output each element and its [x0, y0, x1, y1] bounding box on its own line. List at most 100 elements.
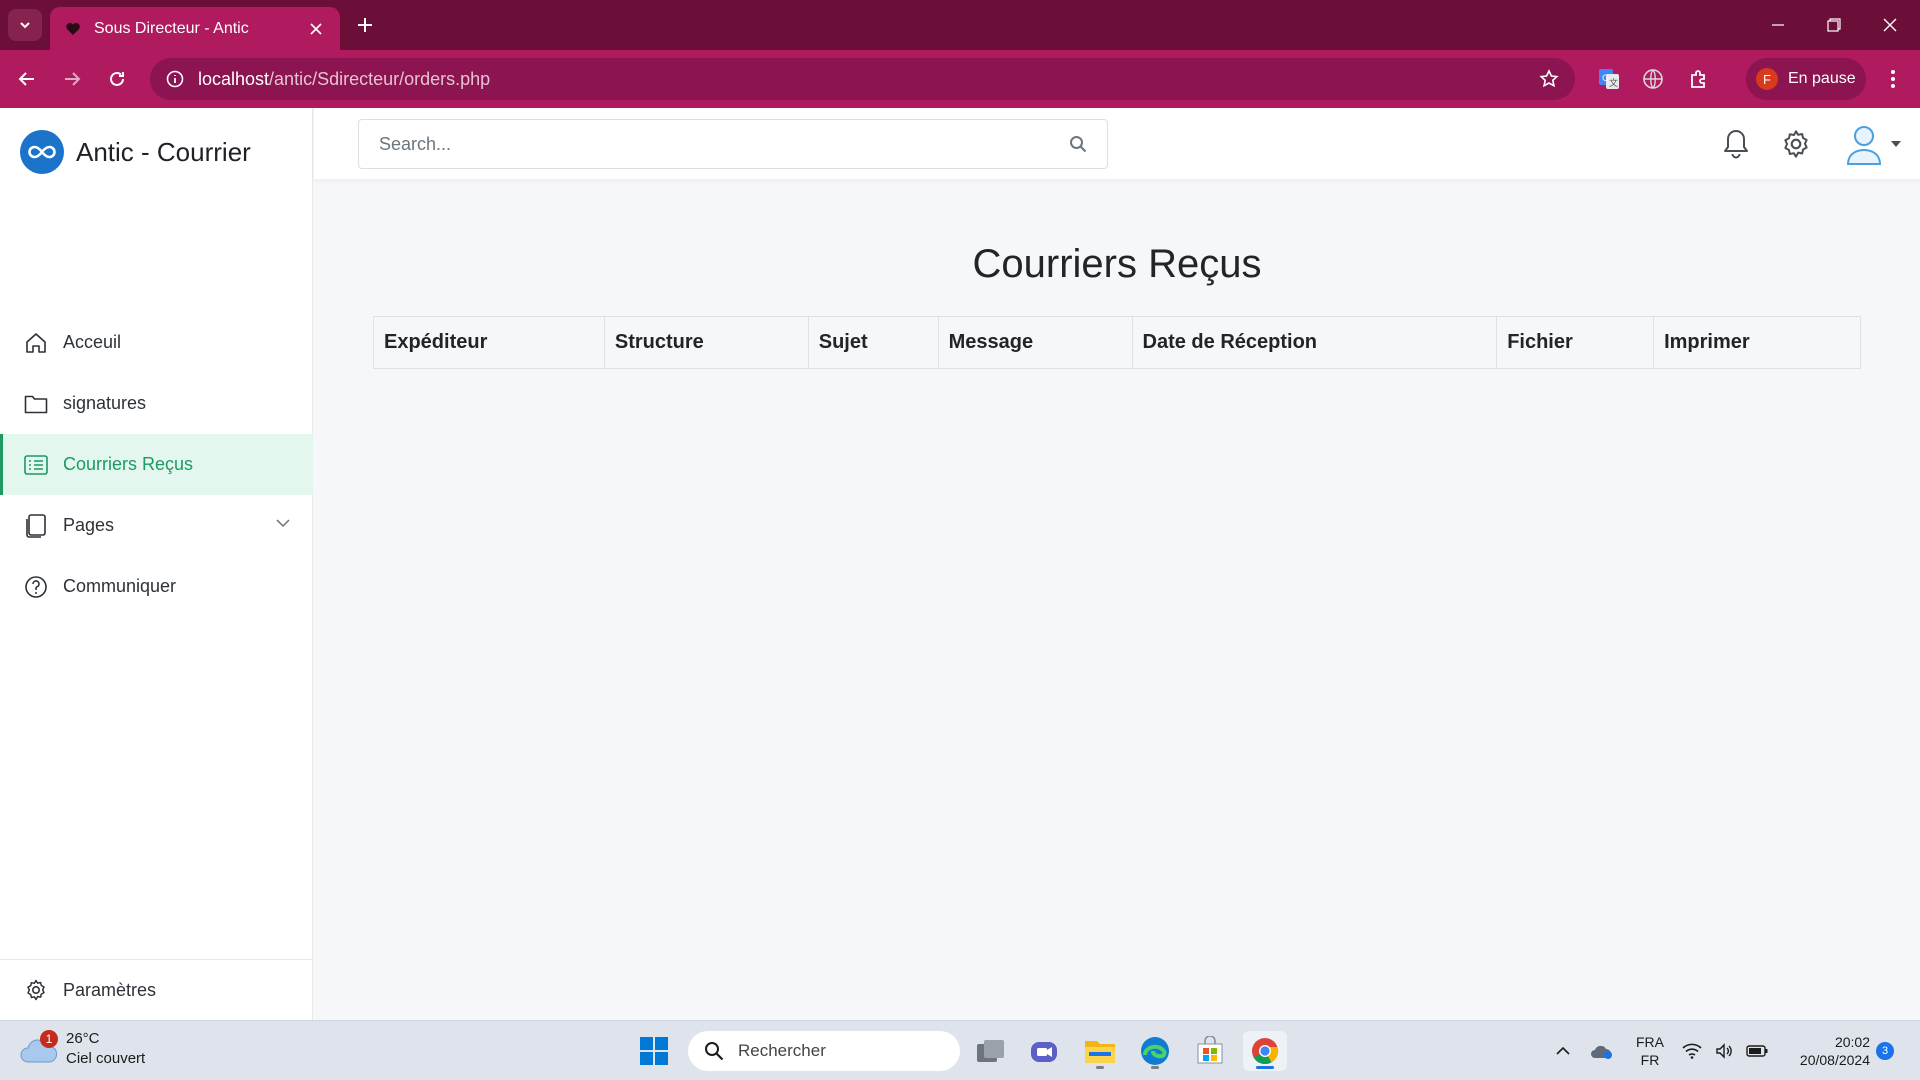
- wifi-icon: [1682, 1043, 1702, 1059]
- minimize-icon: [1772, 24, 1784, 26]
- column-header: Imprimer: [1653, 316, 1861, 369]
- language-indicator[interactable]: FRA FR: [1630, 1031, 1670, 1071]
- url-host: localhost: [198, 68, 270, 89]
- puzzle-icon: [1691, 70, 1705, 88]
- restore-button[interactable]: [1814, 10, 1854, 40]
- edge-browser-icon: [1141, 1037, 1169, 1065]
- running-indicator: [1151, 1066, 1159, 1069]
- battery-icon: [1746, 1045, 1768, 1057]
- sidebar-item-signatures[interactable]: signatures: [0, 373, 313, 434]
- forward-button[interactable]: [55, 62, 89, 96]
- column-header: Date de Réception: [1131, 316, 1498, 369]
- profile-status: En pause: [1788, 70, 1856, 87]
- arrow-left-icon: [18, 72, 34, 86]
- folder-icon: [24, 392, 48, 416]
- show-hidden-icons-button[interactable]: [1550, 1031, 1576, 1071]
- sidebar-item-acceuil[interactable]: Acceuil: [0, 312, 313, 373]
- clock[interactable]: 20:02 20/08/2024: [1780, 1031, 1870, 1071]
- windows-logo-icon: [640, 1037, 668, 1065]
- courriers-table: Expéditeur Structure Sujet Message Date …: [373, 316, 1861, 369]
- browser-tabstrip: Sous Directeur - Antic: [0, 0, 1920, 50]
- search-icon[interactable]: [1069, 135, 1087, 153]
- address-bar[interactable]: localhost/antic/Sdirecteur/orders.php: [150, 58, 1575, 100]
- task-view-button[interactable]: [969, 1031, 1013, 1071]
- user-avatar-icon: [1846, 126, 1882, 165]
- taskbar: 1 26°C Ciel couvert Rechercher FRA FR 20…: [0, 1020, 1920, 1080]
- reload-button[interactable]: [100, 62, 134, 96]
- browser-toolbar: localhost/antic/Sdirecteur/orders.php G文…: [0, 50, 1920, 108]
- plus-icon: [358, 18, 372, 32]
- more-vertical-icon: [1891, 70, 1895, 88]
- globe-extension[interactable]: [1636, 62, 1670, 96]
- translate-icon: G文: [1599, 69, 1619, 89]
- search-icon: [705, 1042, 724, 1061]
- profile-button[interactable]: F En pause: [1746, 58, 1866, 100]
- file-explorer-app[interactable]: [1078, 1031, 1122, 1071]
- lang-bottom: FR: [1640, 1052, 1660, 1068]
- reload-icon: [110, 71, 124, 86]
- sidebar-item-pages[interactable]: Pages: [0, 495, 313, 556]
- table-header-row: Expéditeur Structure Sujet Message Date …: [373, 316, 1861, 369]
- weather-widget[interactable]: 1 26°C Ciel couvert: [20, 1029, 145, 1069]
- taskbar-search-label: Rechercher: [738, 1041, 826, 1060]
- onedrive-tray[interactable]: [1586, 1031, 1618, 1071]
- chrome-app[interactable]: [1243, 1031, 1287, 1071]
- new-tab-button[interactable]: [352, 12, 378, 38]
- sidebar-item-label: signatures: [63, 393, 147, 413]
- brand[interactable]: Antic - Courrier: [20, 130, 251, 174]
- restore-icon: [1827, 18, 1841, 32]
- close-icon: [1883, 18, 1897, 32]
- list-icon: [24, 453, 48, 477]
- back-button[interactable]: [10, 62, 44, 96]
- search-input[interactable]: [379, 133, 1069, 155]
- edge-app[interactable]: [1133, 1031, 1177, 1071]
- start-button[interactable]: [632, 1031, 676, 1071]
- weather-desc: Ciel couvert: [66, 1050, 146, 1067]
- sidebar: Antic - Courrier Acceuil signatures Cour…: [0, 108, 313, 1020]
- cloud-icon: 1: [20, 1030, 58, 1066]
- user-menu-button[interactable]: [1844, 124, 1904, 165]
- notification-count-badge: 3: [1876, 1042, 1894, 1060]
- column-header: Message: [937, 316, 1133, 369]
- extensions-button[interactable]: [1682, 62, 1716, 96]
- translate-extension[interactable]: G文: [1592, 62, 1626, 96]
- sidebar-item-courriers-recus[interactable]: Courriers Reçus: [0, 434, 313, 495]
- quick-settings-button[interactable]: [1682, 1031, 1768, 1071]
- running-indicator: [1096, 1066, 1104, 1069]
- browser-tab-active[interactable]: Sous Directeur - Antic: [50, 7, 340, 50]
- sidebar-item-label: Communiquer: [63, 576, 177, 596]
- gear-icon: [24, 978, 48, 1002]
- store-app[interactable]: [1188, 1031, 1232, 1071]
- cloud-sync-icon: [1591, 1045, 1612, 1059]
- sidebar-footer-label: Paramètres: [63, 979, 157, 1000]
- main-content: Courriers Reçus Expéditeur Structure Suj…: [314, 179, 1920, 1020]
- teams-app[interactable]: [1022, 1031, 1066, 1071]
- heart-icon: [64, 20, 82, 38]
- taskbar-search[interactable]: Rechercher: [688, 1031, 960, 1071]
- minimize-button[interactable]: [1758, 10, 1798, 40]
- close-icon[interactable]: [306, 19, 326, 39]
- caret-down-icon: [1891, 141, 1901, 147]
- chevron-down-icon[interactable]: [275, 515, 291, 531]
- column-header: Expéditeur: [373, 316, 605, 369]
- sidebar-item-communiquer[interactable]: Communiquer: [0, 556, 313, 617]
- url-text: localhost/antic/Sdirecteur/orders.php: [198, 69, 1539, 90]
- weather-temp: 26°C: [66, 1030, 100, 1047]
- tab-search-button[interactable]: [8, 9, 42, 41]
- home-icon: [24, 331, 48, 355]
- active-indicator: [1256, 1066, 1274, 1069]
- task-view-icon: [977, 1040, 1004, 1062]
- top-bar: [314, 108, 1920, 179]
- gear-icon: [1784, 130, 1808, 158]
- help-circle-icon: [24, 575, 48, 599]
- sidebar-item-label: Pages: [63, 515, 115, 535]
- close-window-button[interactable]: [1870, 10, 1910, 40]
- notification-center-button[interactable]: 3: [1876, 1031, 1894, 1071]
- notifications-button[interactable]: [1716, 124, 1756, 164]
- browser-menu-button[interactable]: [1876, 62, 1910, 96]
- lang-top: FRA: [1636, 1034, 1664, 1050]
- sidebar-item-parametres[interactable]: Paramètres: [0, 959, 313, 1020]
- settings-button[interactable]: [1776, 124, 1816, 164]
- tab-title: Sous Directeur - Antic: [94, 19, 249, 37]
- star-icon[interactable]: [1539, 69, 1559, 89]
